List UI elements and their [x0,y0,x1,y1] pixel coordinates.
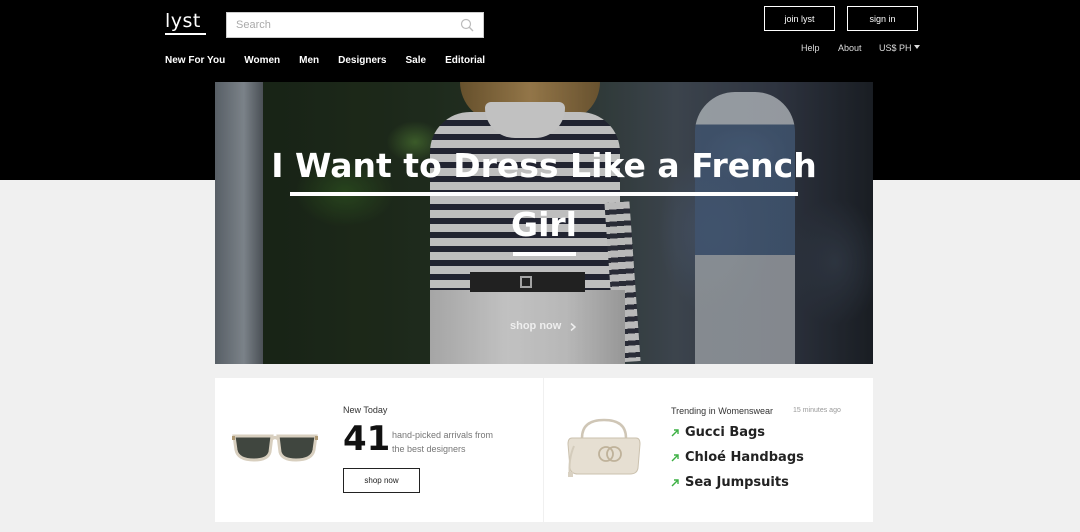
trending-item[interactable]: Chloé Handbags [671,450,804,465]
hero-title-line2: Girl [511,205,577,244]
currency-selector[interactable]: US$ PH [879,43,912,53]
trending-item-label[interactable]: Sea Jumpsuits [685,475,789,490]
nav-women[interactable]: Women [244,55,280,66]
new-today-label: New Today [343,405,388,415]
trending-timestamp: 15 minutes ago [793,407,841,414]
new-today-shop-now-button[interactable]: shop now [343,468,420,493]
main-nav: New For You Women Men Designers Sale Edi… [165,55,485,66]
trending-up-arrow-icon [671,428,679,436]
hero-title-underline [290,192,798,196]
trending-item[interactable]: Gucci Bags [671,425,765,440]
nav-men[interactable]: Men [299,55,319,66]
sign-in-button[interactable]: sign in [847,6,918,31]
hero-title-line1: I Want to Dress Like a French [271,146,817,185]
handbag-image[interactable] [562,416,646,478]
hero-shop-now-link[interactable]: shop now [510,320,561,332]
logo[interactable]: lyst [165,10,201,32]
search-icon[interactable] [460,18,474,32]
nav-sale[interactable]: Sale [406,55,427,66]
trending-item[interactable]: Sea Jumpsuits [671,475,789,490]
trending-up-arrow-icon [671,478,679,486]
search-box[interactable] [226,12,484,38]
trending-item-label[interactable]: Gucci Bags [685,425,765,440]
logo-underline [165,33,206,35]
new-today-count: 41 [343,419,391,459]
nav-designers[interactable]: Designers [338,55,386,66]
trending-up-arrow-icon [671,453,679,461]
trending-card: Trending in Womenswear 15 minutes ago Gu… [544,378,873,522]
help-link[interactable]: Help [801,43,820,53]
search-input[interactable] [227,13,447,37]
chevron-right-icon[interactable] [568,322,578,332]
hero-banner[interactable]: I Want to Dress Like a French Girl shop … [215,82,873,364]
chevron-down-icon[interactable] [914,45,920,49]
new-today-description-line1: hand-picked arrivals from [392,430,494,440]
nav-new-for-you[interactable]: New For You [165,55,225,66]
nav-editorial[interactable]: Editorial [445,55,485,66]
trending-item-label[interactable]: Chloé Handbags [685,450,804,465]
sunglasses-image[interactable] [232,428,318,464]
hero-title-underline [513,252,576,256]
new-today-card: New Today 41 hand-picked arrivals from t… [215,378,543,522]
join-button[interactable]: join lyst [764,6,835,31]
about-link[interactable]: About [838,43,862,53]
trending-label: Trending in Womenswear [671,406,774,416]
new-today-description-line2: the best designers [392,444,466,454]
